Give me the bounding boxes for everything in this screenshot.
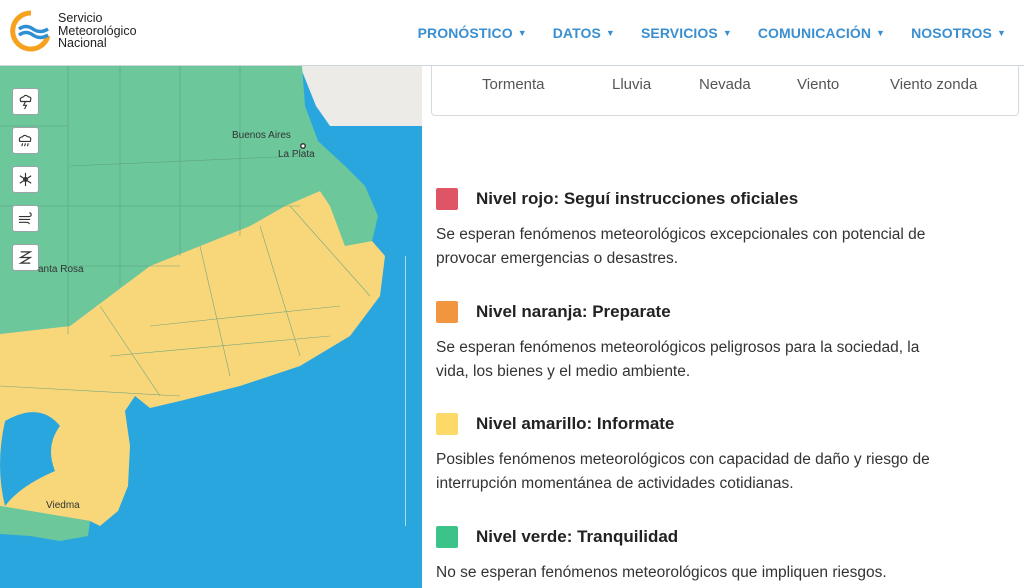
zonda-filter-button[interactable] <box>12 244 39 271</box>
level-yellow: Nivel amarillo: Informate Posibles fenóm… <box>436 413 996 496</box>
nav-pronostico[interactable]: PRONÓSTICO ▼ <box>418 25 527 41</box>
storm-icon <box>19 94 32 110</box>
city-santa-rosa: anta Rosa <box>38 264 84 275</box>
level-red-desc-line-2: provocar emergencias o desastres. <box>436 250 679 267</box>
orange-swatch <box>436 301 458 323</box>
site-header: Servicio Meteorológico Nacional PRONÓSTI… <box>0 0 1024 66</box>
rain-icon <box>18 134 32 147</box>
storm-filter-button[interactable] <box>12 88 39 115</box>
caret-down-icon: ▼ <box>517 28 527 38</box>
map-filter-toolbar <box>12 88 39 283</box>
wind-icon <box>18 212 32 225</box>
event-rain-label[interactable]: Lluvia <box>612 76 651 93</box>
rain-filter-button[interactable] <box>12 127 39 154</box>
brand-line-1: Servicio <box>58 11 103 26</box>
event-storm-label[interactable]: Tormenta <box>482 76 545 93</box>
brand-line-3: Nacional <box>58 36 107 51</box>
level-yellow-description: Posibles fenómenos meteorológicos con ca… <box>436 448 996 496</box>
event-snow-label[interactable]: Nevada <box>699 76 751 93</box>
nav-pronostico-label: PRONÓSTICO <box>417 25 513 41</box>
nav-nosotros-label: NOSOTROS <box>911 25 992 41</box>
caret-down-icon: ▼ <box>722 28 732 38</box>
level-green-title: Nivel verde: Tranquilidad <box>476 527 679 546</box>
snow-icon <box>19 172 32 187</box>
green-swatch <box>436 526 458 548</box>
red-swatch <box>436 188 458 210</box>
alert-map[interactable]: Buenos Aires La Plata anta Rosa Viedma <box>0 66 422 588</box>
nav-comunicacion-label: COMUNICACIÓN <box>757 25 872 41</box>
smn-logo[interactable]: Servicio Meteorológico Nacional <box>10 6 160 56</box>
caret-down-icon: ▼ <box>876 28 886 38</box>
level-orange-description: Se esperan fenómenos meteorológicos peli… <box>436 336 996 384</box>
event-wind-label[interactable]: Viento <box>797 76 839 93</box>
nav-servicios[interactable]: SERVICIOS ▼ <box>641 25 732 41</box>
event-zonda-label[interactable]: Viento zonda <box>890 76 977 93</box>
level-red: Nivel rojo: Seguí instrucciones oficiale… <box>436 188 996 271</box>
level-green-desc-line-1: No se esperan fenómenos meteorológicos q… <box>436 564 887 581</box>
uruguay-land <box>300 66 422 126</box>
smn-logo-icon <box>10 10 51 52</box>
level-yellow-desc-line-1: Posibles fenómenos meteorológicos con ca… <box>436 451 930 468</box>
wind-filter-button[interactable] <box>12 205 39 232</box>
level-yellow-desc-line-2: interrupción momentánea de actividades c… <box>436 475 794 492</box>
nav-datos-label: DATOS <box>552 25 601 41</box>
snow-filter-button[interactable] <box>12 166 39 193</box>
level-orange-desc-line-1: Se esperan fenómenos meteorológicos peli… <box>436 339 920 356</box>
main-nav: PRONÓSTICO ▼ DATOS ▼ SERVICIOS ▼ COMUNIC… <box>392 0 1006 66</box>
yellow-swatch <box>436 413 458 435</box>
level-red-description: Se esperan fenómenos meteorológicos exce… <box>436 223 996 271</box>
city-buenos-aires: Buenos Aires <box>232 130 291 141</box>
nav-nosotros[interactable]: NOSOTROS ▼ <box>911 25 1006 41</box>
level-green-description: No se esperan fenómenos meteorológicos q… <box>436 561 996 585</box>
zonda-wind-icon <box>18 251 33 264</box>
level-orange-title: Nivel naranja: Preparate <box>476 302 671 321</box>
nav-comunicacion[interactable]: COMUNICACIÓN ▼ <box>758 25 885 41</box>
nav-datos[interactable]: DATOS ▼ <box>553 25 615 41</box>
city-la-plata: La Plata <box>278 149 315 160</box>
nav-servicios-label: SERVICIOS <box>640 25 718 41</box>
level-red-desc-line-1: Se esperan fenómenos meteorológicos exce… <box>436 226 926 243</box>
level-yellow-title: Nivel amarillo: Informate <box>476 414 675 433</box>
level-green: Nivel verde: Tranquilidad No se esperan … <box>436 526 996 585</box>
level-red-title: Nivel rojo: Seguí instrucciones oficiale… <box>476 189 799 208</box>
caret-down-icon: ▼ <box>996 28 1006 38</box>
level-orange: Nivel naranja: Preparate Se esperan fenó… <box>436 301 996 384</box>
brand-name: Servicio Meteorológico Nacional <box>58 12 137 50</box>
city-viedma: Viedma <box>46 500 80 511</box>
level-orange-desc-line-2: vida, los bienes y el medio ambiente. <box>436 363 691 380</box>
caret-down-icon: ▼ <box>605 28 615 38</box>
